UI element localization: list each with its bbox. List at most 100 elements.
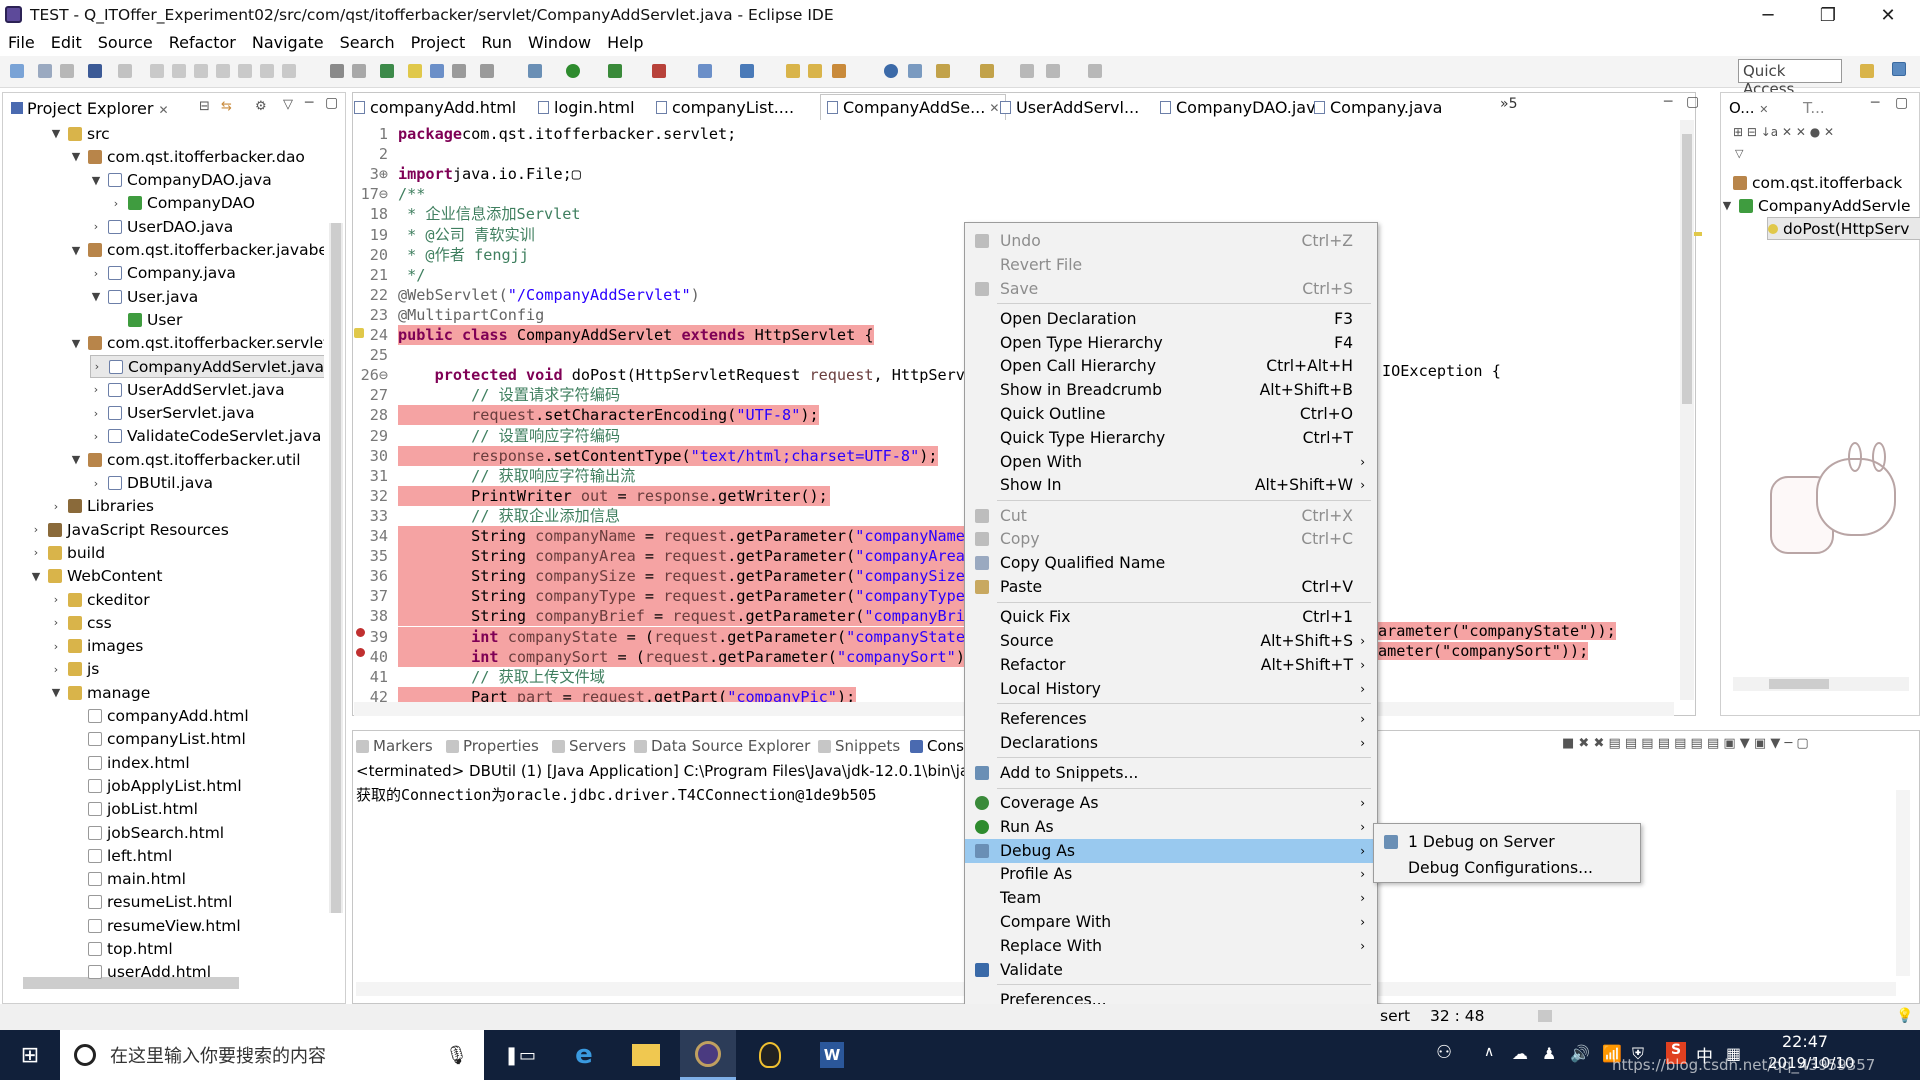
copy-qualified-name-menu-item[interactable]: Copy Qualified Name [965, 551, 1377, 575]
volume-icon[interactable]: 🔊 [1570, 1044, 1590, 1063]
tree-item[interactable]: jobSearch.html [70, 821, 224, 844]
local-history-menu-item[interactable]: Local History › [965, 677, 1377, 701]
tree-item[interactable]: › UserServlet.java [90, 402, 255, 425]
task-list-tab[interactable]: T... [1797, 95, 1831, 123]
menu-navigate[interactable]: Navigate [252, 33, 324, 52]
outline-minimize-icon[interactable]: ─ [1871, 95, 1879, 111]
compare-with-menu-item[interactable]: Compare With › [965, 910, 1377, 934]
references-menu-item[interactable]: References › [965, 707, 1377, 731]
new-class-icon[interactable] [740, 64, 754, 78]
prev-annotation-icon[interactable] [980, 64, 994, 78]
tree-item[interactable]: › Company.java [90, 262, 236, 285]
tree-twisty-icon[interactable]: › [50, 500, 62, 513]
tree-twisty-icon[interactable]: › [30, 523, 42, 536]
quick-outline-menu-item[interactable]: Quick Outline Ctrl+O [965, 402, 1377, 426]
tree-twisty-icon[interactable]: › [91, 360, 103, 373]
tree-twisty-icon[interactable]: › [90, 220, 102, 233]
add-to-snippets-menu-item[interactable]: Add to Snippets... [965, 761, 1377, 785]
tree-item[interactable]: User [110, 308, 182, 331]
tray-chevron-icon[interactable]: ∧ [1484, 1044, 1494, 1060]
tree-item[interactable]: › ValidateCodeServlet.java [90, 425, 322, 448]
tree-twisty-icon[interactable]: › [90, 383, 102, 396]
close-button[interactable]: ✕ [1860, 0, 1916, 30]
editor-tab[interactable]: UserAddServl... [1000, 94, 1139, 120]
show-in-breadcrumb-menu-item[interactable]: Show in Breadcrumb Alt+Shift+B [965, 378, 1377, 402]
collapse-all-icon[interactable]: ⊟ [199, 99, 210, 114]
save-all-icon[interactable] [60, 64, 74, 78]
filter-icon[interactable]: ⚙ [255, 99, 267, 114]
tree-item[interactable]: ▼ com.qst.itofferbacker.javabea [70, 239, 324, 262]
debug-server-icon[interactable] [908, 64, 922, 78]
restore-button[interactable]: ❐ [1800, 0, 1856, 30]
replace-with-menu-item[interactable]: Replace With › [965, 934, 1377, 958]
tree-item[interactable]: jobApplyList.html [70, 774, 242, 797]
tree-twisty-icon[interactable]: › [110, 197, 122, 210]
debug-on-server-menu-item[interactable]: 1 Debug on Server [1374, 830, 1640, 854]
last-edit-icon[interactable] [1020, 64, 1034, 78]
tree-item[interactable]: ▼ com.qst.itofferbacker.dao [70, 145, 305, 168]
project-explorer-tab[interactable]: Project Explorer ✕ [5, 95, 175, 123]
tree-item[interactable]: › build [30, 541, 105, 564]
show-in-menu-item[interactable]: Show In Alt+Shift+W › [965, 473, 1377, 497]
tree-item[interactable]: › CompanyDAO [110, 192, 255, 215]
tree-item[interactable]: companyList.html [70, 728, 246, 751]
tree-twisty-icon[interactable]: ▼ [70, 337, 82, 350]
debug-configurations-menu-item[interactable]: Debug Configurations... [1374, 856, 1640, 880]
debug-as-menu-item[interactable]: Debug As › [965, 838, 1377, 863]
toggle-mark-icon[interactable] [352, 64, 366, 78]
coverage-icon[interactable] [608, 64, 622, 78]
tree-twisty-icon[interactable]: › [90, 430, 102, 443]
tree-item[interactable]: userAdd.html [70, 961, 211, 980]
markers-tab[interactable]: Markers [356, 736, 433, 756]
people-icon[interactable]: ⚇ [1436, 1042, 1452, 1063]
quick-access-input[interactable]: Quick Access [1738, 59, 1842, 98]
console-vscroll[interactable] [1896, 790, 1910, 976]
block-select-icon[interactable] [430, 64, 444, 78]
tree-item[interactable]: › JavaScript Resources [30, 518, 229, 541]
taskbar-clock-time[interactable]: 22:47 [1782, 1032, 1828, 1051]
outline-maximize-icon[interactable]: ▢ [1895, 95, 1908, 111]
tree-item[interactable]: › images [50, 635, 144, 658]
profile-as-menu-item[interactable]: Profile As › [965, 862, 1377, 886]
tree-twisty-icon[interactable]: › [50, 593, 62, 606]
tip-bulb-icon[interactable]: 💡 [1896, 1008, 1913, 1024]
step-over-icon[interactable] [260, 64, 274, 78]
editor-tab-overflow[interactable]: »5 [1500, 96, 1517, 112]
search-tool-icon[interactable] [832, 64, 846, 78]
task-view-button[interactable]: ❚▭ [494, 1030, 546, 1080]
tree-item[interactable]: ▼ com.qst.itofferbacker.util [70, 448, 301, 471]
globe-icon[interactable] [884, 64, 898, 78]
maximize-view-icon[interactable]: ▢ [325, 95, 338, 111]
taskbar-file-explorer[interactable] [618, 1030, 674, 1080]
back-icon[interactable] [1046, 64, 1060, 78]
editor-tab[interactable]: login.html [538, 94, 635, 120]
open-task-icon[interactable] [380, 64, 394, 78]
outline-tab[interactable]: O... ✕ [1723, 95, 1775, 123]
pilcrow-icon[interactable] [480, 64, 494, 78]
external-tools-icon[interactable] [652, 64, 666, 78]
editor-tab[interactable]: companyList.... [656, 94, 794, 120]
tree-item[interactable]: ▼ src [50, 122, 110, 145]
onedrive-icon[interactable]: ☁ [1512, 1044, 1528, 1063]
menu-window[interactable]: Window [528, 33, 591, 52]
forward-icon[interactable] [1088, 64, 1102, 78]
editor-tab[interactable]: CompanyAddSe... ✕ [820, 94, 1007, 120]
snippets-tab[interactable]: Snippets [818, 736, 900, 756]
tree-twisty-icon[interactable]: › [90, 477, 102, 490]
tree-item[interactable]: resumeView.html [70, 914, 241, 937]
save-menu-item[interactable]: Save Ctrl+S [965, 277, 1377, 301]
editor-tab[interactable]: companyAdd.html [354, 94, 516, 120]
tree-twisty-icon[interactable]: ▼ [50, 686, 62, 699]
debug-icon[interactable] [528, 64, 542, 78]
tree-item[interactable]: index.html [70, 751, 190, 774]
minimize-view-icon[interactable]: ─ [305, 95, 313, 111]
toggle-highlight-icon[interactable] [408, 64, 422, 78]
taskbar-eclipse[interactable] [680, 1030, 736, 1080]
tree-twisty-icon[interactable]: › [30, 546, 42, 559]
tree-item[interactable]: › DBUtil.java [90, 472, 213, 495]
menu-search[interactable]: Search [340, 33, 395, 52]
quick-type-hierarchy-menu-item[interactable]: Quick Type Hierarchy Ctrl+T [965, 426, 1377, 450]
tree-twisty-icon[interactable]: › [50, 616, 62, 629]
step-into-icon[interactable] [238, 64, 252, 78]
outline-hscroll[interactable] [1733, 677, 1909, 691]
